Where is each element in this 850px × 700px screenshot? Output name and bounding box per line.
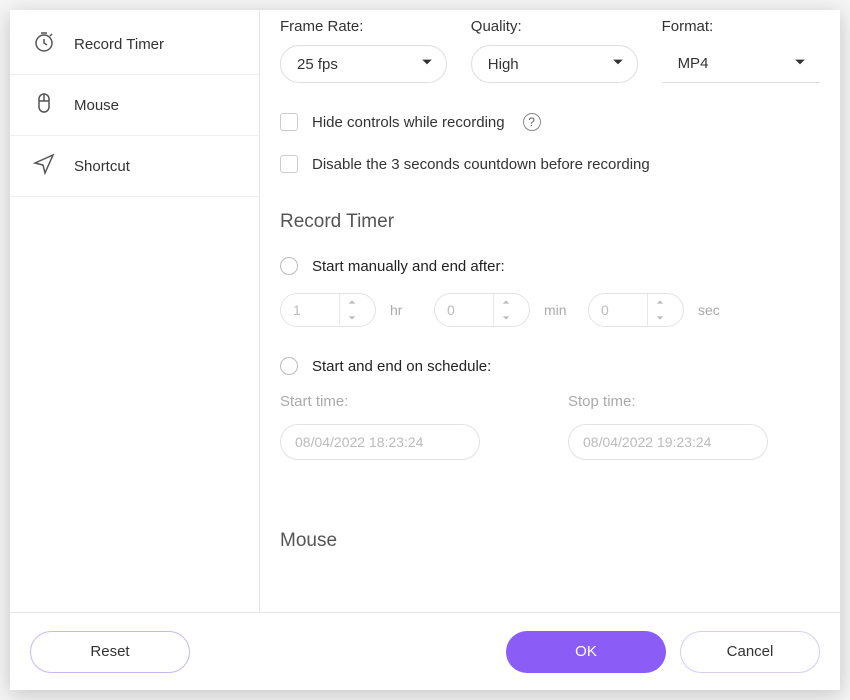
sidebar-item-label: Mouse <box>74 97 119 114</box>
minutes-input[interactable] <box>435 294 493 326</box>
sidebar-item-mouse[interactable]: Mouse <box>10 75 259 136</box>
stop-time-label: Stop time: <box>568 393 820 410</box>
disable-countdown-row: Disable the 3 seconds countdown before r… <box>280 155 820 173</box>
record-timer-title: Record Timer <box>280 211 820 233</box>
frame-rate-select[interactable]: 25 fps <box>280 45 447 83</box>
minutes-spinner[interactable] <box>434 293 530 327</box>
hours-down[interactable] <box>340 310 363 326</box>
stop-time-input[interactable] <box>568 424 768 460</box>
timer-icon <box>32 30 56 58</box>
minutes-up[interactable] <box>494 294 517 310</box>
hours-up[interactable] <box>340 294 363 310</box>
footer: Reset OK Cancel <box>10 612 840 690</box>
ok-button[interactable]: OK <box>506 631 666 673</box>
mouse-icon <box>32 91 56 119</box>
sidebar-item-label: Shortcut <box>74 158 130 175</box>
window-body: Record Timer Mouse Shortcut Frame Rate: <box>10 10 840 612</box>
seconds-input[interactable] <box>589 294 647 326</box>
hr-unit: hr <box>390 302 420 318</box>
frame-rate-value: 25 fps <box>297 56 338 73</box>
sidebar-item-shortcut[interactable]: Shortcut <box>10 136 259 197</box>
sidebar-item-record-timer[interactable]: Record Timer <box>10 14 259 75</box>
frame-rate-label: Frame Rate: <box>280 18 447 35</box>
footer-right: OK Cancel <box>506 631 820 673</box>
radio-schedule[interactable] <box>280 357 298 375</box>
main-panel: Frame Rate: 25 fps Quality: High <box>260 10 840 612</box>
format-label: Format: <box>662 18 820 35</box>
format-select[interactable]: MP4 <box>662 45 820 83</box>
stop-time-col: Stop time: <box>568 393 820 460</box>
quality-select[interactable]: High <box>471 45 638 83</box>
radio-manual-row: Start manually and end after: <box>280 257 820 275</box>
seconds-spinner[interactable] <box>588 293 684 327</box>
reset-button[interactable]: Reset <box>30 631 190 673</box>
help-icon[interactable]: ? <box>523 113 541 131</box>
quality-label: Quality: <box>471 18 638 35</box>
quality-field: Quality: High <box>471 18 638 83</box>
quality-value: High <box>488 56 519 73</box>
hide-controls-label: Hide controls while recording <box>312 114 505 131</box>
start-time-input[interactable] <box>280 424 480 460</box>
frame-rate-field: Frame Rate: 25 fps <box>280 18 447 83</box>
sidebar-item-label: Record Timer <box>74 36 164 53</box>
paper-plane-icon <box>32 152 56 180</box>
hours-spinner[interactable] <box>280 293 376 327</box>
top-settings-row: Frame Rate: 25 fps Quality: High <box>280 18 820 83</box>
sec-unit: sec <box>698 302 728 318</box>
schedule-row: Start time: Stop time: <box>280 393 820 460</box>
cancel-button[interactable]: Cancel <box>680 631 820 673</box>
sidebar: Record Timer Mouse Shortcut <box>10 10 260 612</box>
hide-controls-checkbox[interactable] <box>280 113 298 131</box>
format-value: MP4 <box>678 55 709 72</box>
disable-countdown-checkbox[interactable] <box>280 155 298 173</box>
radio-manual-label: Start manually and end after: <box>312 258 505 275</box>
start-time-label: Start time: <box>280 393 532 410</box>
minutes-down[interactable] <box>494 310 517 326</box>
radio-manual[interactable] <box>280 257 298 275</box>
seconds-up[interactable] <box>648 294 671 310</box>
min-unit: min <box>544 302 574 318</box>
duration-inputs: hr min sec <box>280 293 820 327</box>
settings-window: Record Timer Mouse Shortcut Frame Rate: <box>10 10 840 690</box>
radio-schedule-label: Start and end on schedule: <box>312 358 491 375</box>
start-time-col: Start time: <box>280 393 532 460</box>
format-field: Format: MP4 <box>662 18 820 83</box>
mouse-section-title: Mouse <box>280 530 820 552</box>
disable-countdown-label: Disable the 3 seconds countdown before r… <box>312 156 650 173</box>
seconds-down[interactable] <box>648 310 671 326</box>
hide-controls-row: Hide controls while recording ? <box>280 113 820 131</box>
radio-schedule-row: Start and end on schedule: <box>280 357 820 375</box>
hours-input[interactable] <box>281 294 339 326</box>
